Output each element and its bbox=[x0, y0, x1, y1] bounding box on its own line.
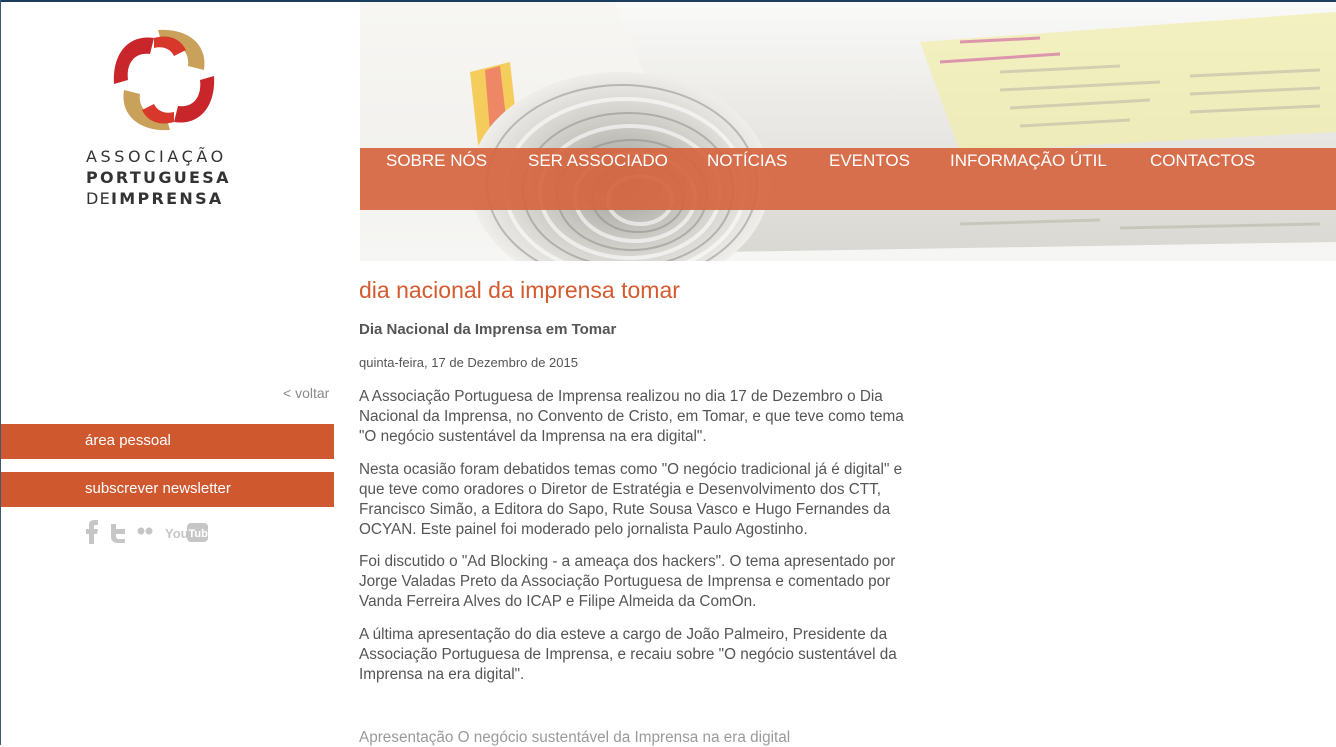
paragraph-line: Nesta ocasião foram debatidos temas como… bbox=[359, 461, 903, 478]
paragraph-line: que teve como oradores o Diretor de Estr… bbox=[359, 481, 882, 498]
nav-eventos[interactable]: EVENTOS bbox=[829, 151, 910, 171]
svg-text:You: You bbox=[165, 526, 189, 541]
flickr-icon[interactable] bbox=[136, 518, 154, 546]
paragraph-line: Foi discutido o "Ad Blocking - a ameaça … bbox=[359, 553, 896, 570]
article-paragraph-1: A Associação Portuguesa de Imprensa real… bbox=[359, 387, 959, 447]
nav-contactos[interactable]: CONTACTOS bbox=[1150, 151, 1255, 171]
paragraph-line: Francisco Simão, a Editora do Sapo, Rute… bbox=[359, 501, 891, 518]
logo-line-3-imprensa: IMPRENSA bbox=[111, 189, 224, 208]
nav-ser-associado[interactable]: SER ASSOCIADO bbox=[528, 151, 668, 171]
twitter-icon[interactable] bbox=[108, 518, 128, 546]
article-subtitle: Dia Nacional da Imprensa em Tomar bbox=[359, 321, 617, 338]
paragraph-line: OCYAN. Este painel foi moderado pelo jor… bbox=[359, 521, 808, 538]
nav-informacao-util[interactable]: INFORMAÇÃO ÚTIL bbox=[950, 151, 1107, 171]
personal-area-button[interactable]: área pessoal bbox=[1, 424, 334, 459]
youtube-icon[interactable]: You Tube bbox=[165, 518, 209, 546]
logo-mark-icon bbox=[113, 29, 215, 131]
newsletter-subscribe-button[interactable]: subscrever newsletter bbox=[1, 472, 334, 507]
page-title: dia nacional da imprensa tomar bbox=[359, 277, 680, 303]
article-paragraph-2: Nesta ocasião foram debatidos temas como… bbox=[359, 460, 959, 540]
facebook-icon[interactable] bbox=[84, 518, 100, 546]
logo-line-3-de: DE bbox=[86, 189, 112, 208]
logo-line-1: ASSOCIAÇÃO bbox=[86, 147, 227, 166]
article-paragraph-3: Foi discutido o "Ad Blocking - a ameaça … bbox=[359, 552, 959, 612]
paragraph-line: Imprensa na era digital". bbox=[359, 666, 525, 683]
article-paragraph-4: A última apresentação do dia esteve a ca… bbox=[359, 625, 959, 685]
attachment-link[interactable]: Apresentação O negócio sustentável da Im… bbox=[359, 729, 790, 747]
paragraph-line: Jorge Valadas Preto da Associação Portug… bbox=[359, 573, 891, 590]
paragraph-line: Vanda Ferreira Alves do ICAP e Filipe Al… bbox=[359, 593, 757, 610]
logo-wordmark: ASSOCIAÇÃO PORTUGUESA DEIMPRENSA bbox=[86, 146, 256, 209]
paragraph-line: "O negócio sustentável da Imprensa na er… bbox=[359, 428, 707, 445]
article-date: quinta-feira, 17 de Dezembro de 2015 bbox=[359, 355, 578, 370]
paragraph-line: Associação Portuguesa de Imprensa, e rec… bbox=[359, 646, 897, 663]
left-border bbox=[0, 0, 1, 745]
back-link[interactable]: < voltar bbox=[283, 385, 329, 401]
newspaper-roll-illustration bbox=[470, 2, 1336, 261]
nav-sobre-nos[interactable]: SOBRE NÓS bbox=[386, 151, 487, 171]
paragraph-line: A última apresentação do dia esteve a ca… bbox=[359, 626, 888, 643]
header-banner-image bbox=[360, 2, 1336, 261]
paragraph-line: Nacional da Imprensa, no Convento de Cri… bbox=[359, 408, 904, 425]
paragraph-line: A Associação Portuguesa de Imprensa real… bbox=[359, 388, 883, 405]
logo-line-2: PORTUGUESA bbox=[86, 168, 231, 187]
logo-line-3: DEIMPRENSA bbox=[86, 188, 256, 209]
svg-text:Tube: Tube bbox=[189, 528, 210, 540]
nav-noticias[interactable]: NOTÍCIAS bbox=[707, 151, 787, 171]
